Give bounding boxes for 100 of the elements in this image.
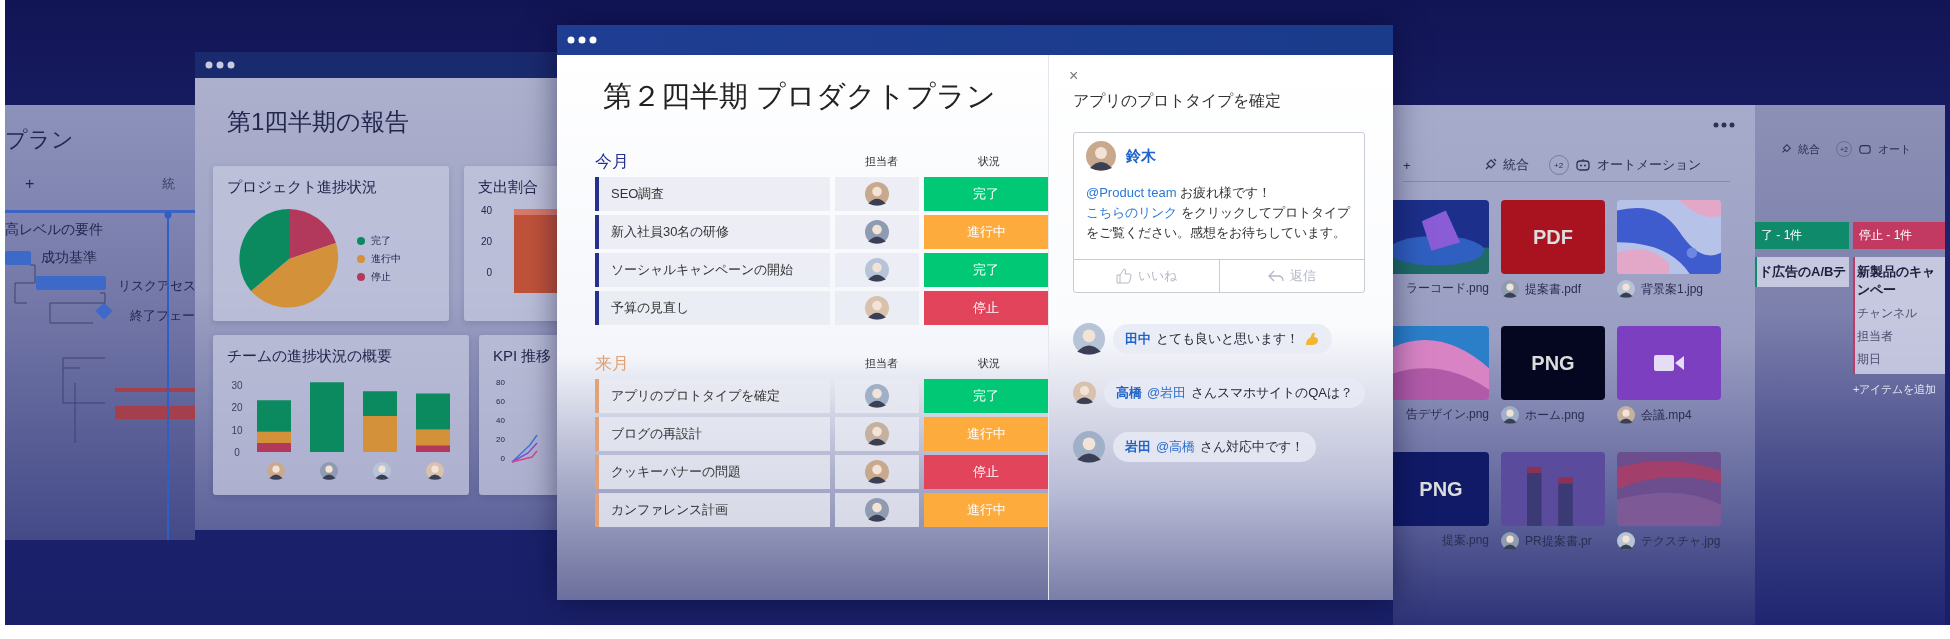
file-name: ラーコード.png [1405,280,1489,297]
card-title: 新製品のキャンペー [1857,263,1936,299]
axis-tick: 0 [234,447,240,458]
dashboard-title: 第1四半期の報告 [227,107,411,137]
integrate-button[interactable]: 統合 [1502,156,1529,174]
card-title: チームの進捗状況の概要 [227,347,393,366]
file-name: 提案.png [1441,532,1489,549]
avatar [426,462,444,480]
file-thumbnail[interactable]: PNG [1501,326,1605,400]
file-thumbnail[interactable]: PNG [1393,452,1489,526]
avatar [320,462,338,480]
line-chart-drawing [511,434,538,463]
axis-tick: 30 [231,379,243,391]
file-thumbnail[interactable]: PDF [1501,200,1605,274]
reply-arrow-icon [1268,270,1284,282]
status-label[interactable]: 停止 [924,291,1048,325]
comment-text: @Product team お疲れ様です！ こちらのリンク をクリックしてプロトタイプをご覧ください。感想をお待ちしています。 [1086,184,1352,242]
add-button[interactable]: + [25,175,35,193]
file-name: ホーム.png [1525,406,1585,424]
thumbs-up-icon [1116,268,1132,284]
author-name[interactable]: 高橋 [1116,384,1142,402]
item-cell[interactable]: ブログの再設計 [595,417,830,451]
item-cell[interactable]: ソーシャルキャンペーンの開始 [595,253,830,287]
add-item-link[interactable]: +アイテムを追加 [1853,382,1945,397]
video-camera-icon [1654,354,1684,372]
avatar [865,220,889,244]
item-cell[interactable]: クッキーバナーの問題 [595,455,830,489]
field-label: チャンネル [1857,305,1918,322]
author-name[interactable]: 岩田 [1125,438,1151,456]
axis-tick: 80 [496,378,505,387]
item-cell[interactable]: カンファレンス計画 [595,493,830,527]
file-name: 背景案1.jpg [1641,280,1704,298]
gantt-bar [36,276,106,290]
board-title: 第２四半期 プロダクトプラン [603,79,998,114]
column-header: 担当者 [863,153,899,169]
task-label: 高レベルの要件 [5,221,103,239]
axis-tick: 0 [486,267,492,278]
file-name: 会議.mp4 [1641,406,1692,424]
file-name: PR提案書.pr [1525,532,1592,550]
automation-button[interactable]: オート [1878,141,1911,157]
avatar [865,498,889,522]
axis-tick: 20 [480,236,492,247]
more-icon[interactable] [1713,122,1735,128]
status-label[interactable]: 停止 [924,455,1048,489]
chart-bar [257,443,291,452]
reply-text: さん対応中です！ [1200,438,1305,456]
axis-tick: 20 [231,402,243,413]
item-cell[interactable]: アプリのプロトタイプを確定 [595,379,830,413]
avatar [865,422,889,446]
close-button[interactable]: × [1069,67,1079,85]
item-title: アプリのプロトタイプを確定 [1073,91,1282,111]
link[interactable]: こちらのリンク [1086,205,1177,220]
mention-link[interactable]: @Product team [1086,185,1177,200]
mention-link[interactable]: @岩田 [1147,384,1187,402]
axis-tick: 20 [496,435,505,444]
window-dots-icon [567,36,597,44]
robot-icon[interactable] [1574,158,1591,172]
column-header: 担当者 [863,355,899,371]
axis-tick: 40 [480,205,492,216]
avatar [1073,431,1105,463]
card-title: ド広告のA/Bテ [1759,263,1847,281]
gantt-bar [5,251,31,265]
field-label: 担当者 [1857,328,1894,345]
column-header: 了 - 1件 [1755,222,1849,249]
reply-text: さんスマホサイトのQAは？ [1191,384,1353,402]
avatar [373,462,391,480]
task-label: 成功基準 [41,249,97,267]
avatar [267,462,285,480]
item-cell[interactable]: 予算の見直し [595,291,830,325]
item-cell[interactable]: SEO調査 [595,177,830,211]
card-title: KPI 推移 [493,347,553,366]
automation-button[interactable]: オートメーション [1596,156,1701,174]
avatar [865,460,889,484]
robot-icon[interactable] [1858,143,1872,155]
avatar [865,182,889,206]
file-name: 告デザイン.png [1405,406,1489,423]
axis-tick: 10 [231,424,243,436]
window-dots-icon [205,61,235,69]
author-name[interactable]: 田中 [1125,330,1151,348]
mention-link[interactable]: @高橋 [1156,438,1196,456]
task-label: 終了フェー [130,307,195,325]
avatar [865,258,889,282]
axis-tick: 40 [496,416,505,425]
board-title: プラン [5,126,74,154]
avatar [1073,323,1105,355]
axis-tick: 0 [500,454,505,463]
item-cell[interactable]: 新入社員30名の研修 [595,215,830,249]
add-button[interactable]: + [1403,157,1411,173]
file-thumbnail[interactable] [1617,326,1721,400]
toolbar-item[interactable]: 統 [162,175,175,193]
avatar [1086,141,1116,171]
avatar [865,296,889,320]
legend-label: 進行中 [371,252,401,266]
author-name[interactable]: 鈴木 [1126,146,1156,166]
integrate-button[interactable]: 統合 [1798,141,1820,157]
plug-icon[interactable] [1780,143,1792,155]
legend-label: 完了 [371,234,391,248]
group-title[interactable]: 今月 [595,149,835,173]
legend-label: 停止 [371,270,391,284]
field-label: 期日 [1857,351,1882,368]
